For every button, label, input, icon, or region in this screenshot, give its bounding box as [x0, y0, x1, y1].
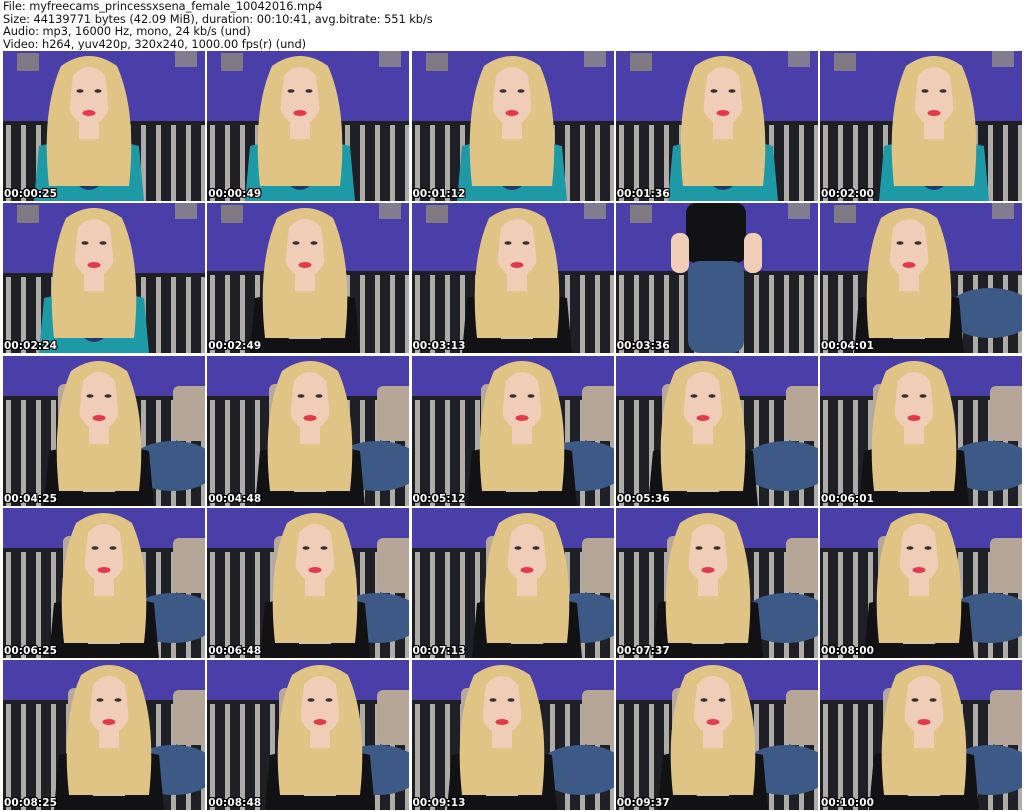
thumbnail-timestamp: 00:09:13 — [412, 797, 466, 809]
thumbnail-frame-image — [820, 203, 1022, 354]
thumbnail-timestamp: 00:05:12 — [412, 492, 466, 505]
video-info-header: File: myfreecams_princessxsena_female_10… — [3, 0, 1021, 50]
thumbnail-timestamp: 00:00:25 — [4, 188, 58, 200]
thumbnail-timestamp: 00:10:00 — [821, 797, 875, 809]
thumbnail-timestamp: 00:07:37 — [616, 644, 670, 657]
thumbnail-timestamp: 00:07:13 — [412, 644, 466, 657]
thumbnail-frame-image — [820, 660, 1022, 810]
file-name-line: File: myfreecams_princessxsena_female_10… — [3, 0, 323, 13]
video-thumbnail: 00:02:49 — [207, 203, 410, 354]
video-thumbnail: 00:01:36 — [615, 51, 818, 201]
thumbnail-timestamp: 00:01:36 — [616, 188, 670, 200]
thumbnail-timestamp: 00:02:24 — [4, 340, 58, 353]
thumbnail-timestamp: 00:05:36 — [616, 492, 670, 505]
thumbnail-timestamp: 00:08:25 — [4, 797, 58, 809]
thumbnail-frame-image — [3, 51, 205, 201]
video-thumbnail: 00:08:48 — [207, 660, 410, 810]
video-thumbnail: 00:08:25 — [3, 660, 205, 810]
audio-info-line: Audio: mp3, 16000 Hz, mono, 24 kb/s (und… — [3, 24, 251, 38]
video-thumbnail: 00:02:00 — [820, 51, 1022, 201]
video-thumbnail: 00:03:13 — [411, 203, 614, 354]
thumbnail-frame-image — [411, 507, 614, 658]
thumbnail-frame-image — [820, 355, 1022, 506]
thumbnail-grid: 00:00:25 00:00:49 00:01:12 00:01:36 00:02:00… — [3, 51, 1022, 811]
thumbnail-timestamp: 00:02:00 — [821, 188, 875, 200]
thumbnail-frame-image — [411, 660, 614, 810]
thumbnail-timestamp: 00:06:48 — [208, 644, 262, 657]
thumbnail-frame-image — [411, 51, 614, 201]
video-thumbnail: 00:06:25 — [3, 507, 205, 658]
thumbnail-frame-image — [207, 507, 410, 658]
video-thumbnail: 00:07:13 — [411, 507, 614, 658]
thumbnail-frame-image — [3, 355, 205, 506]
thumbnail-frame-image — [615, 355, 818, 506]
thumbnail-timestamp: 00:02:49 — [208, 340, 262, 353]
thumbnail-timestamp: 00:08:48 — [208, 797, 262, 809]
thumbnail-frame-image — [820, 507, 1022, 658]
video-thumbnail: 00:02:24 — [3, 203, 205, 354]
thumbnail-frame-image — [207, 660, 410, 810]
thumbnail-timestamp: 00:06:01 — [821, 492, 875, 505]
video-thumbnail: 00:06:01 — [820, 355, 1022, 506]
thumbnail-frame-image — [3, 507, 205, 658]
video-thumbnail: 00:04:48 — [207, 355, 410, 506]
thumbnail-timestamp: 00:03:36 — [616, 340, 670, 353]
video-thumbnail: 00:00:25 — [3, 51, 205, 201]
video-thumbnail: 00:05:12 — [411, 355, 614, 506]
thumbnail-timestamp: 00:09:37 — [616, 797, 670, 809]
thumbnail-timestamp: 00:08:00 — [821, 644, 875, 657]
video-thumbnail: 00:07:37 — [615, 507, 818, 658]
thumbnail-frame-image — [411, 355, 614, 506]
thumbnail-timestamp: 00:01:12 — [412, 188, 466, 200]
thumbnail-frame-image — [207, 203, 410, 354]
video-thumbnail: 00:00:49 — [207, 51, 410, 201]
thumbnail-timestamp: 00:00:49 — [208, 188, 262, 200]
thumbnail-frame-image — [615, 660, 818, 810]
thumbnail-frame-image — [207, 51, 410, 201]
thumbnail-timestamp: 00:03:13 — [412, 340, 466, 353]
video-info-line: Video: h264, yuv420p, 320x240, 1000.00 f… — [3, 36, 307, 50]
video-thumbnail: 00:08:00 — [820, 507, 1022, 658]
thumbnail-timestamp: 00:06:25 — [4, 644, 58, 657]
video-thumbnail: 00:04:01 — [820, 203, 1022, 354]
thumbnail-frame-image — [820, 51, 1022, 201]
thumbnail-frame-image — [411, 203, 614, 354]
video-thumbnail: 00:01:12 — [411, 51, 614, 201]
thumbnail-frame-image — [615, 203, 818, 354]
thumbnail-frame-image — [3, 660, 205, 810]
video-thumbnail: 00:10:00 — [820, 660, 1022, 810]
thumbnail-timestamp: 00:04:01 — [821, 340, 875, 353]
thumbnail-frame-image — [207, 355, 410, 506]
video-thumbnail: 00:05:36 — [615, 355, 818, 506]
video-thumbnail: 00:09:37 — [615, 660, 818, 810]
thumbnail-timestamp: 00:04:25 — [4, 492, 58, 505]
thumbnail-timestamp: 00:04:48 — [208, 492, 262, 505]
video-thumbnail: 00:06:48 — [207, 507, 410, 658]
thumbnail-frame-image — [3, 203, 205, 354]
thumbnail-frame-image — [615, 507, 818, 658]
video-thumbnail: 00:04:25 — [3, 355, 205, 506]
video-thumbnail: 00:03:36 — [615, 203, 818, 354]
thumbnail-frame-image — [615, 51, 818, 201]
video-thumbnail: 00:09:13 — [411, 660, 614, 810]
